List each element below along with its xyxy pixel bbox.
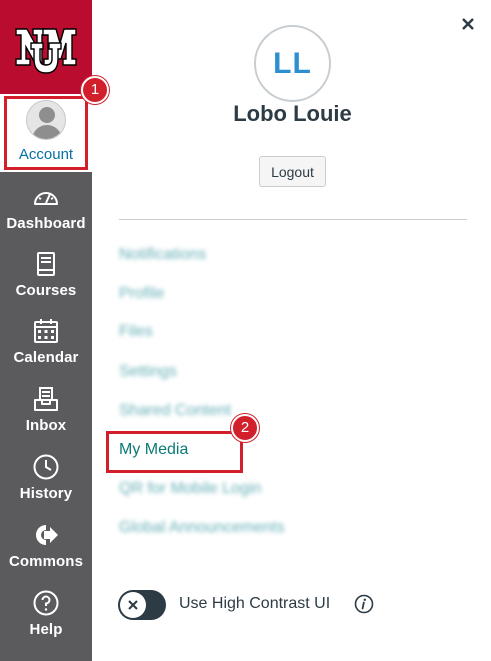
user-avatar: LL [254,25,331,102]
nav-item-courses[interactable]: Courses [0,241,92,309]
nav-item-label: Inbox [25,417,67,434]
toggle-knob [120,592,146,618]
account-highlight-box [4,96,88,170]
callout-badge-1: 1 [81,76,109,104]
commons-arrow-icon [32,521,60,549]
nav-item-calendar[interactable]: Calendar [0,308,92,376]
tray-link-global-announcements[interactable]: Global Announcements [119,519,284,537]
my-media-highlight-box [106,431,243,473]
unm-logo[interactable] [0,0,92,94]
logout-button[interactable]: Logout [259,156,326,187]
nav-item-dashboard[interactable]: Dashboard [0,174,92,242]
nav-item-inbox[interactable]: Inbox [0,376,92,444]
inbox-icon [32,385,60,413]
tray-link-profile[interactable]: Profile [119,285,164,303]
callout-badge-2: 2 [231,414,259,442]
tray-link-shared-content[interactable]: Shared Content [119,402,231,420]
info-icon[interactable] [354,594,374,614]
nav-item-label: Calendar [13,349,79,366]
high-contrast-toggle[interactable] [118,590,166,620]
toggle-off-x-icon [128,600,138,610]
unm-logo-icon [15,28,77,74]
tray-divider [119,219,467,220]
tray-link-files[interactable]: Files [119,323,153,341]
user-name: Lobo Louie [233,101,352,126]
high-contrast-label: Use High Contrast UI [179,595,331,612]
speedometer-icon [32,183,60,211]
tray-link-notifications[interactable]: Notifications [119,246,206,264]
tray-link-settings[interactable]: Settings [119,363,177,381]
nav-item-commons[interactable]: Commons [0,512,92,580]
close-icon [462,18,474,30]
nav-item-label: Dashboard [6,215,86,232]
nav-item-label: Commons [8,553,84,570]
nav-item-label: Help [29,621,63,638]
book-icon [32,250,60,278]
nav-item-label: Courses [15,282,77,299]
nav-item-label: History [19,485,73,502]
calendar-icon [32,317,60,345]
tray-link-qr-mobile-login[interactable]: QR for Mobile Login [119,480,261,498]
nav-item-history[interactable]: History [0,444,92,512]
close-tray-button[interactable] [456,12,480,36]
nav-item-help[interactable]: Help [0,580,92,648]
question-circle-icon [32,589,60,617]
user-initials: LL [273,46,312,80]
clock-icon [32,453,60,481]
